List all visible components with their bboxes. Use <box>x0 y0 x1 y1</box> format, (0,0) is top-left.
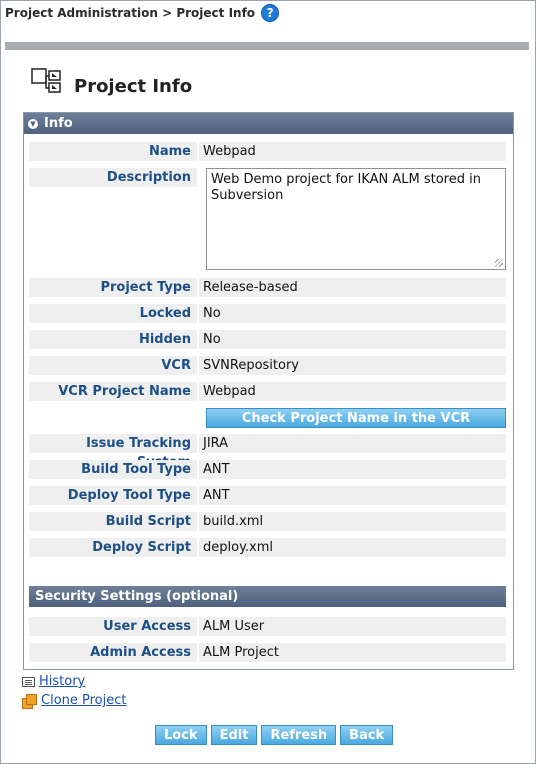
field-label: VCR Project Name <box>29 382 197 401</box>
field-value: Webpad <box>199 382 506 401</box>
description-text: Web Demo project for IKAN ALM stored in … <box>211 172 481 203</box>
field-label: Description <box>29 168 197 187</box>
field-value: deploy.xml <box>199 538 506 557</box>
breadcrumb-text: Project Administration > Project Info <box>5 6 256 20</box>
field-value: JIRA <box>199 434 506 453</box>
field-label: Build Tool Type <box>29 460 197 479</box>
field-value: ALM Project <box>199 643 506 662</box>
page-header: Project Info <box>30 66 192 97</box>
field-value: No <box>199 330 506 349</box>
field-value: SVNRepository <box>199 356 506 375</box>
info-panel: ▼ Info Name Webpad Description Web Demo … <box>23 112 514 670</box>
field-label: Build Script <box>29 512 197 531</box>
resize-grip-icon[interactable] <box>495 259 503 267</box>
clone-project-link[interactable]: Clone Project <box>41 693 127 708</box>
action-links: History Clone Project <box>22 672 127 710</box>
history-icon <box>22 676 35 687</box>
refresh-button[interactable]: Refresh <box>261 725 337 745</box>
field-value: ANT <box>199 486 506 505</box>
field-row-build-tool: Build Tool Type ANT <box>29 460 506 479</box>
page-title: Project Info <box>74 76 193 97</box>
field-value: ANT <box>199 460 506 479</box>
field-value: ALM User <box>199 617 506 636</box>
history-link[interactable]: History <box>39 674 85 689</box>
field-row-locked: Locked No <box>29 304 506 323</box>
field-row-deploy-tool: Deploy Tool Type ANT <box>29 486 506 505</box>
project-icon <box>31 67 61 93</box>
clone-link-row: Clone Project <box>22 691 127 710</box>
help-icon[interactable]: ? <box>261 4 280 22</box>
field-label: Admin Access <box>29 643 197 662</box>
field-value: No <box>199 304 506 323</box>
field-label: Deploy Script <box>29 538 197 557</box>
field-label: Deploy Tool Type <box>29 486 197 505</box>
description-textarea[interactable]: Web Demo project for IKAN ALM stored in … <box>206 168 506 270</box>
clone-icon <box>22 693 37 709</box>
header-divider-bar <box>5 42 529 50</box>
field-label: User Access <box>29 617 197 636</box>
field-label: Name <box>29 142 197 161</box>
info-section-title: Info <box>44 116 73 131</box>
field-row-project-type: Project Type Release-based <box>29 278 506 297</box>
field-row-build-script: Build Script build.xml <box>29 512 506 531</box>
history-link-row: History <box>22 672 127 691</box>
info-section-header[interactable]: ▼ Info <box>24 113 513 134</box>
field-label: Locked <box>29 304 197 323</box>
breadcrumb: Project Administration > Project Info ? <box>5 4 280 22</box>
field-value: Webpad <box>199 142 506 161</box>
security-section-header: Security Settings (optional) <box>29 586 506 607</box>
field-row-vcr-project-name: VCR Project Name Webpad <box>29 382 506 401</box>
collapse-icon[interactable]: ▼ <box>28 118 38 129</box>
field-row-deploy-script: Deploy Script deploy.xml <box>29 538 506 557</box>
field-label: Project Type <box>29 278 197 297</box>
lock-button[interactable]: Lock <box>155 725 207 745</box>
field-value: build.xml <box>199 512 506 531</box>
field-row-admin-access: Admin Access ALM Project <box>29 643 506 662</box>
field-row-vcr: VCR SVNRepository <box>29 356 506 375</box>
security-section-title: Security Settings (optional) <box>35 589 239 604</box>
field-row-name: Name Webpad <box>29 142 506 161</box>
field-label: VCR <box>29 356 197 375</box>
field-value: Release-based <box>199 278 506 297</box>
field-label: Issue Tracking System <box>29 434 197 470</box>
field-row-hidden: Hidden No <box>29 330 506 349</box>
back-button[interactable]: Back <box>340 725 394 745</box>
field-row-issue-tracking: Issue Tracking System JIRA <box>29 434 506 470</box>
field-row-user-access: User Access ALM User <box>29 617 506 636</box>
button-bar: Lock Edit Refresh Back <box>155 725 394 745</box>
check-vcr-project-name-button[interactable]: Check Project Name in the VCR <box>206 408 506 428</box>
field-label: Hidden <box>29 330 197 349</box>
edit-button[interactable]: Edit <box>210 725 258 745</box>
